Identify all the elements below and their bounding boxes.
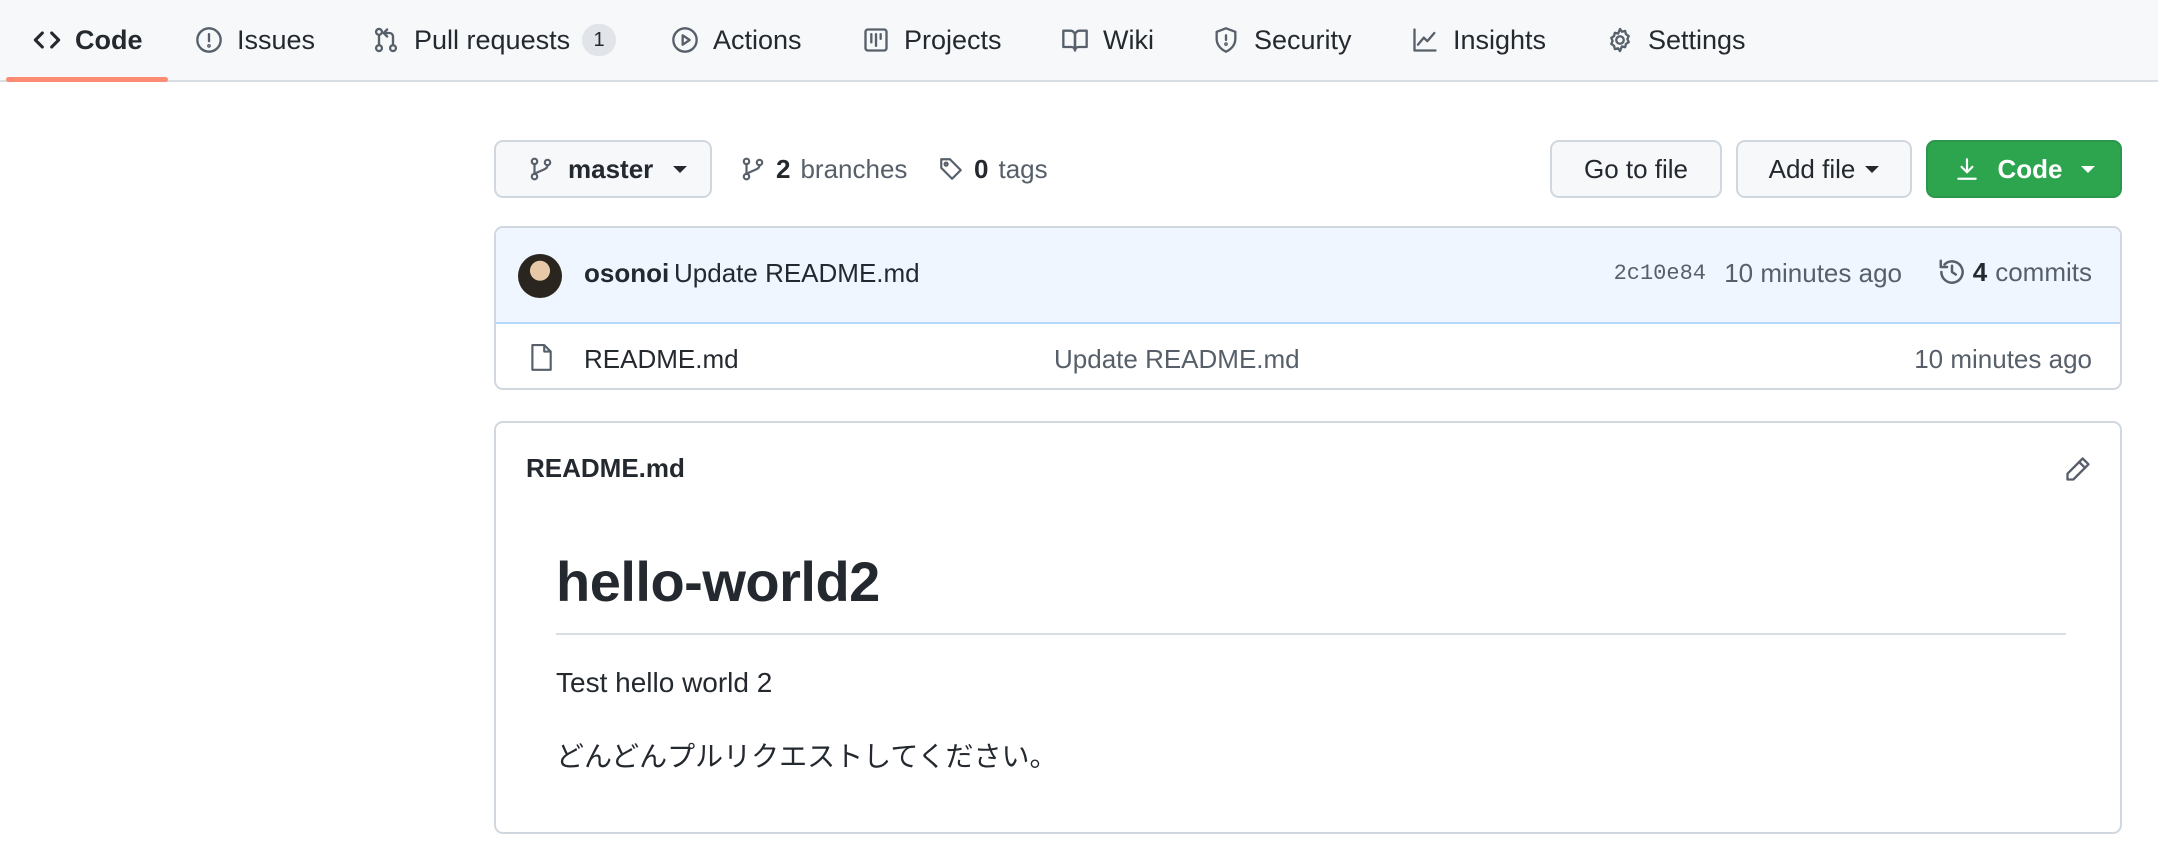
graph-icon: [1413, 28, 1437, 52]
code-button-label: Code: [1997, 153, 2063, 184]
latest-commit-bar: osonoi Update README.md 2c10e84 10 minut…: [496, 228, 2120, 324]
tab-security[interactable]: Security: [1212, 0, 1352, 80]
branch-icon: [742, 157, 764, 181]
issue-icon: [196, 27, 222, 53]
tab-code-label: Code: [75, 24, 143, 55]
file-browser: osonoi Update README.md 2c10e84 10 minut…: [494, 226, 2122, 390]
tab-projects-label: Projects: [904, 24, 1002, 55]
pull-request-icon: [374, 27, 398, 53]
tab-code[interactable]: Code: [33, 0, 143, 80]
file-name[interactable]: README.md: [584, 344, 739, 375]
commit-author[interactable]: osonoi: [584, 258, 669, 289]
readme-paragraph: どんどんプルリクエストしてください。: [556, 741, 1058, 772]
tab-actions-label: Actions: [713, 24, 802, 55]
tab-wiki[interactable]: Wiki: [1061, 0, 1154, 80]
chevron-down-icon: [673, 165, 688, 173]
tab-insights-label: Insights: [1453, 24, 1547, 55]
tab-wiki-label: Wiki: [1103, 24, 1154, 55]
tag-icon: [940, 158, 962, 180]
code-icon: [33, 31, 61, 49]
tags-link[interactable]: 0 tags: [938, 140, 1048, 198]
readme-filename: README.md: [526, 453, 685, 483]
file-time: 10 minutes ago: [1914, 344, 2092, 374]
tab-issues-label: Issues: [237, 24, 316, 55]
tab-actions[interactable]: Actions: [671, 0, 802, 80]
chevron-down-icon: [1865, 165, 1880, 173]
file-row[interactable]: README.md Update README.md 10 minutes ag…: [496, 326, 2120, 388]
commit-time: 10 minutes ago: [1724, 258, 1902, 288]
repo-nav: Code Issues Pull requests 1 Actions Proj…: [0, 0, 2158, 82]
selected-tab-underline: [6, 77, 168, 82]
pencil-icon[interactable]: [2064, 455, 2092, 483]
code-download-button[interactable]: Code: [1926, 140, 2122, 198]
branch-icon: [530, 157, 552, 181]
tags-label: tags: [998, 153, 1048, 184]
tab-security-label: Security: [1254, 24, 1352, 55]
heading-divider: [556, 633, 2066, 635]
add-file-label: Add file: [1768, 153, 1856, 184]
readme-paragraph: Test hello world 2: [556, 667, 773, 698]
commit-sha[interactable]: 2c10e84: [1614, 261, 1706, 286]
book-icon: [1062, 29, 1088, 52]
tab-settings-label: Settings: [1648, 24, 1746, 55]
commit-message[interactable]: Update README.md: [674, 258, 920, 289]
file-commit-message[interactable]: Update README.md: [1054, 344, 1300, 375]
commits-history-link[interactable]: 4 commits: [1937, 254, 2092, 290]
avatar[interactable]: [518, 254, 562, 298]
history-icon: [1939, 259, 1964, 284]
tab-issues[interactable]: Issues: [195, 0, 315, 80]
tags-count: 0: [974, 153, 989, 184]
download-icon: [1956, 158, 1977, 180]
tab-pull-requests-label: Pull requests: [414, 24, 571, 55]
add-file-button[interactable]: Add file: [1736, 140, 1912, 198]
tab-projects[interactable]: Projects: [862, 0, 1002, 80]
branches-link[interactable]: 2 branches: [740, 140, 907, 198]
tab-insights[interactable]: Insights: [1411, 0, 1546, 80]
gear-icon: [1610, 27, 1630, 53]
readme-heading: hello-world2: [556, 550, 880, 613]
shield-icon: [1215, 27, 1237, 53]
project-icon: [864, 28, 888, 52]
chevron-down-icon: [2080, 165, 2095, 173]
pull-requests-counter: 1: [582, 24, 617, 56]
commits-count: 4: [1972, 256, 1988, 287]
branch-name: master: [568, 153, 654, 184]
branches-count: 2: [776, 153, 791, 184]
readme-box: README.md hello-world2 Test hello world …: [494, 421, 2122, 834]
branches-label: branches: [800, 153, 908, 184]
commits-label: commits: [1995, 256, 2092, 287]
file-icon: [528, 344, 554, 372]
go-to-file-button[interactable]: Go to file: [1550, 140, 1722, 198]
tab-pull-requests[interactable]: Pull requests 1: [372, 0, 617, 80]
tab-settings[interactable]: Settings: [1606, 0, 1746, 80]
play-icon: [672, 27, 698, 53]
branch-select-button[interactable]: master: [494, 140, 712, 198]
